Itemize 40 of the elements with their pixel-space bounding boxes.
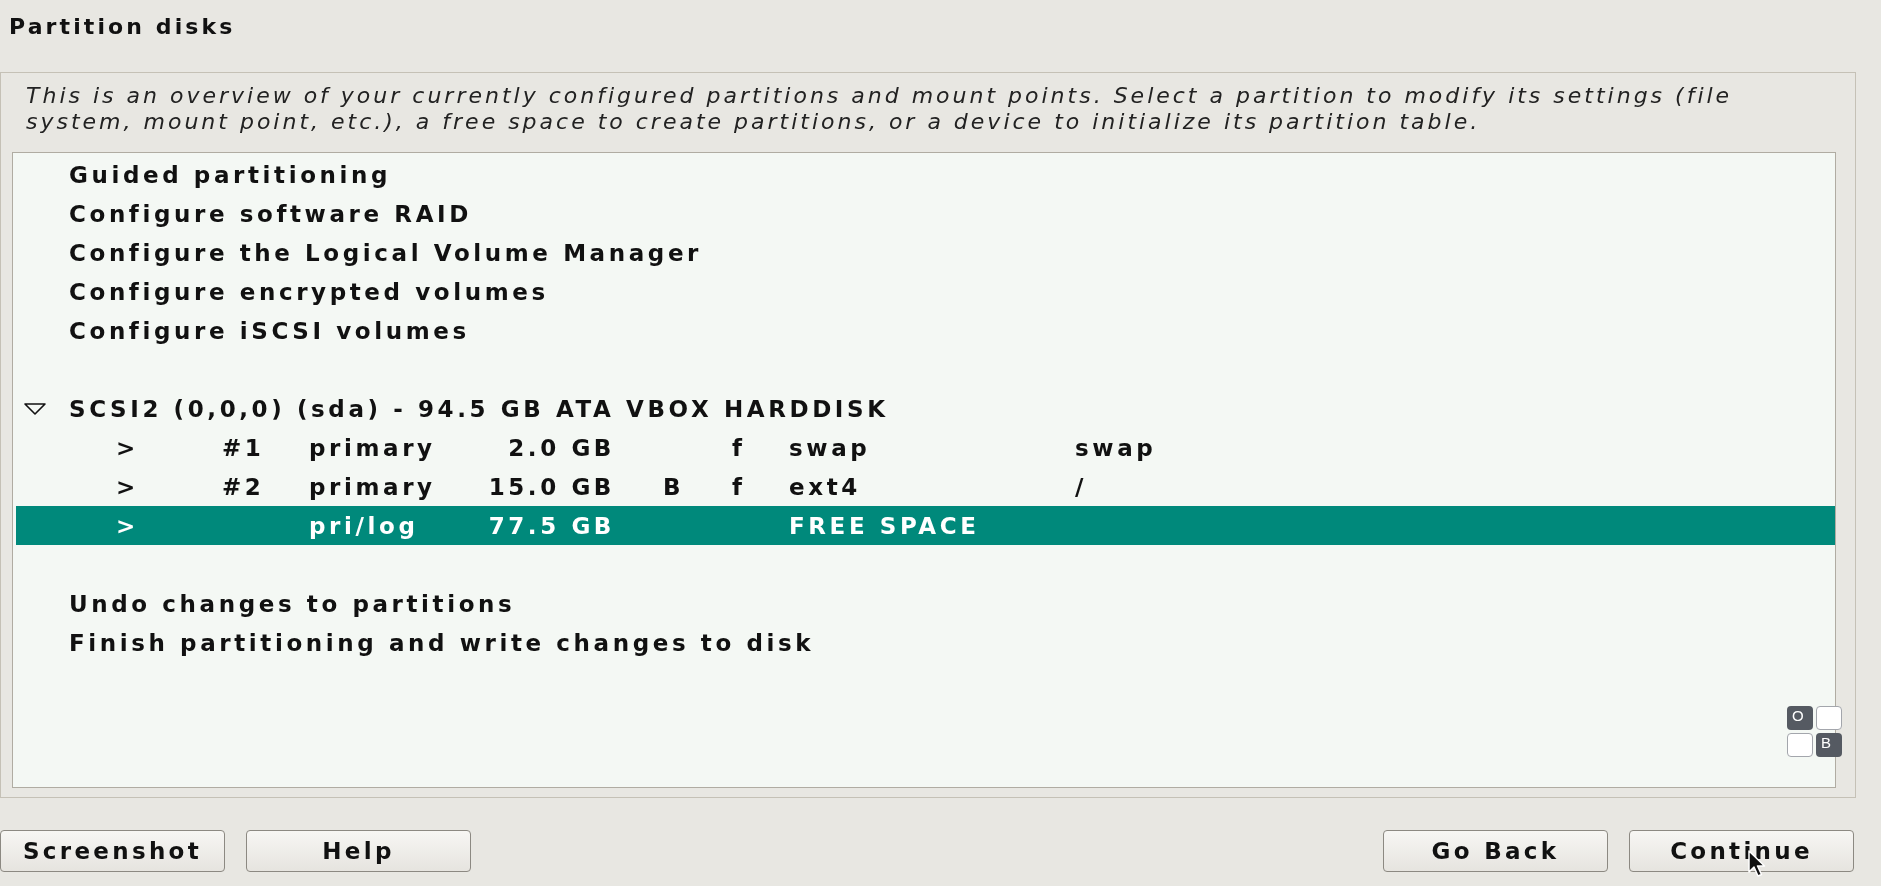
triangle-icon[interactable] [24,402,46,415]
partition-number: #1 [222,434,266,461]
filesystem-label: swap [789,434,871,461]
menu-item[interactable]: Configure the Logical Volume Manager [16,233,1835,272]
menu-item[interactable]: Finish partitioning and write changes to disk [16,623,1835,662]
format-flag-label: f [732,473,746,500]
partition-row[interactable]: > #2 primary 15.0 GB B f ext4 / [16,467,1835,506]
action-button[interactable]: Continue [1629,830,1854,872]
partition-type: primary [309,473,437,500]
disk-label: SCSI2 (0,0,0) (sda) - 94.5 GB ATA VBOX HARDDISK [69,395,889,422]
partition-type: primary [309,434,437,461]
partition-size: 2.0 GB [508,434,615,461]
menu-item[interactable]: Configure encrypted volumes [16,272,1835,311]
partition-type: pri/log [309,512,420,539]
partition-marker: > [116,434,140,461]
menu-item[interactable]: Configure software RAID [16,194,1835,233]
partition-size: 15.0 GB [488,473,615,500]
page-title: Partition disks [9,14,236,39]
format-flag-label: f [732,434,746,461]
partition-number: #2 [222,473,266,500]
indicator-tile: B [1816,733,1842,757]
mount-point: swap [1075,434,1157,461]
mount-point: / [1075,473,1087,500]
filesystem-label: ext4 [789,473,861,500]
partition-marker: > [116,473,140,500]
partition-size: 77.5 GB [488,512,615,539]
action-button[interactable]: Help [246,830,471,872]
action-button[interactable]: Screenshot [0,830,225,872]
action-button[interactable]: Go Back [1383,830,1608,872]
partition-row[interactable]: > #1 primary 2.0 GB f swap swap [16,428,1835,467]
disk-row[interactable]: SCSI2 (0,0,0) (sda) - 94.5 GB ATA VBOX HARDDISK [16,389,1835,428]
partition-row[interactable]: > pri/log 77.5 GB FREE SPACE [16,506,1835,545]
indicator-tile: O [1787,706,1813,730]
menu-item[interactable]: Configure iSCSI volumes [16,311,1835,350]
boot-flag-label: B [663,473,685,500]
menu-item[interactable]: Guided partitioning [16,155,1835,194]
description-text: This is an overview of your currently configured partitions and mount points. Select a partition to modify its settings (file system, mount point, etc.), a free space to create partitions, or a device to initialize its partition table. [26,83,1734,135]
menu-item[interactable]: Undo changes to partitions [16,584,1835,623]
filesystem-label: FREE SPACE [789,512,980,539]
partition-marker: > [116,512,140,539]
